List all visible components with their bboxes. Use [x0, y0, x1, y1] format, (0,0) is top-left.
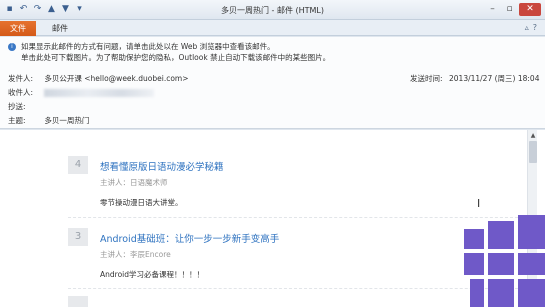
from-row: 发件人: 多贝公开课 <hello@week.duobei.com>: [8, 73, 189, 84]
scroll-up-icon[interactable]: ▲: [529, 132, 537, 139]
subject-value: 多贝一周热门: [44, 116, 90, 125]
message-header: i 如果显示此邮件的方式有问题，请单击此处以在 Web 浏览器中查看该邮件。 单…: [0, 37, 545, 129]
title-bar: ▪ ↶ ↷ ▲ ▼ ▾ 多贝一周热门 - 邮件 (HTML) – ▫ ✕: [0, 0, 545, 20]
tab-mail[interactable]: 邮件: [52, 23, 68, 34]
item-description: 零节操动漫日语大讲堂。: [100, 198, 183, 207]
help-icon[interactable]: ?: [533, 23, 537, 32]
to-row: 收件人:: [8, 87, 155, 98]
info-icon: i: [8, 43, 16, 51]
cc-label: 抄送:: [8, 102, 26, 111]
window-title: 多贝一周热门 - 邮件 (HTML): [220, 6, 325, 15]
ribbon-tabs: 文件 邮件 ▵ ?: [0, 20, 545, 36]
divider: [68, 288, 523, 289]
to-value-redacted: [44, 89, 155, 97]
collapse-ribbon-icon[interactable]: ▵: [525, 23, 529, 32]
subject-label: 主题:: [8, 116, 26, 125]
item-title-link[interactable]: 想看懂原版日语动漫必学秘籍: [100, 159, 224, 173]
item-title-link[interactable]: Android基础班：让你一步一步新手变高手: [100, 231, 279, 245]
item-description: Android学习必备课程！！！！: [100, 270, 204, 279]
window-controls: – ▫ ✕: [485, 3, 541, 16]
item-speaker: 主讲人：李辰Encore: [100, 250, 171, 259]
item-number: [68, 296, 88, 307]
ribbon-right-controls: ▵ ?: [525, 23, 537, 32]
item-number: 4: [68, 156, 88, 174]
from-label: 发件人:: [8, 74, 34, 83]
sent-label: 发送时间:: [410, 74, 443, 83]
text-cursor-icon: I: [477, 197, 481, 210]
sent-value: 2013/11/27 (周三) 18:04: [449, 74, 540, 83]
divider: [68, 217, 523, 218]
scroll-thumb[interactable]: [529, 141, 537, 163]
maximize-button[interactable]: ▫: [502, 3, 517, 16]
tab-file[interactable]: 文件: [0, 21, 36, 36]
watermark-logo: [456, 215, 545, 307]
minimize-button[interactable]: –: [485, 3, 500, 16]
cc-row: 抄送:: [8, 101, 40, 112]
to-label: 收件人:: [8, 88, 34, 97]
info-text-line2[interactable]: 单击此处可下载图片。为了帮助保护您的隐私，Outlook 禁止自动下载该邮件中的…: [21, 53, 330, 63]
close-button[interactable]: ✕: [519, 3, 541, 16]
item-speaker: 主讲人：日语魔术师: [100, 178, 168, 187]
info-text-line1[interactable]: 如果显示此邮件的方式有问题，请单击此处以在 Web 浏览器中查看该邮件。: [21, 42, 275, 52]
subject-row: 主题: 多贝一周热门: [8, 115, 89, 126]
item-number: 3: [68, 228, 88, 246]
from-value[interactable]: 多贝公开课 <hello@week.duobei.com>: [44, 73, 188, 84]
